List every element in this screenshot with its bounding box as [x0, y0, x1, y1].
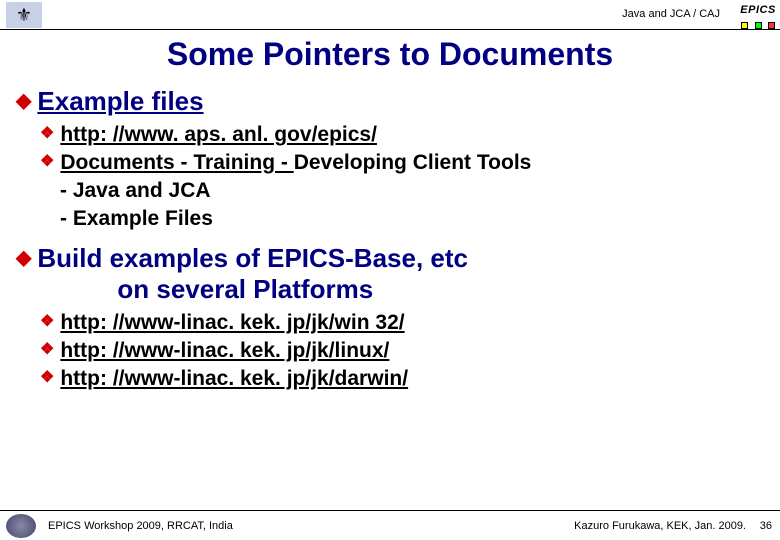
fourpoint-bullet-icon: ❖: [40, 337, 54, 363]
heading-example-files: ◆ Example files: [16, 86, 750, 117]
link-aps-anl[interactable]: ❖ http: //www. aps. anl. gov/epics/: [40, 121, 750, 149]
link-text: http: //www. aps. anl. gov/epics/: [60, 123, 377, 146]
fourpoint-bullet-icon: ❖: [40, 309, 54, 335]
emblem-icon: ⚜: [6, 2, 42, 28]
diamond-bullet-icon: ◆: [16, 243, 31, 273]
logo-square-icon: [768, 22, 775, 29]
link-darwin[interactable]: ❖ http: //www-linac. kek. jp/jk/darwin/: [40, 365, 750, 393]
page-number: 36: [760, 520, 772, 532]
heading-build-examples: ◆ Build examples of EPICS-Base, etc on s…: [16, 243, 750, 305]
slide-title: Some Pointers to Documents: [0, 36, 780, 73]
fourpoint-bullet-icon: ❖: [40, 121, 54, 147]
fourpoint-bullet-icon: ❖: [40, 365, 54, 391]
epics-logo: EPICS: [740, 4, 776, 34]
globe-icon: [6, 514, 36, 538]
build-examples-items: ❖ http: //www-linac. kek. jp/jk/win 32/ …: [40, 309, 750, 393]
epics-logo-text: EPICS: [740, 4, 776, 16]
footer-bar: EPICS Workshop 2009, RRCAT, India Kazuro…: [0, 510, 780, 540]
fourpoint-bullet-icon: ❖: [40, 149, 54, 175]
slide-content: ◆ Example files ❖ http: //www. aps. anl.…: [16, 80, 750, 393]
diamond-bullet-icon: ◆: [16, 86, 31, 116]
link-documents-training[interactable]: ❖ Documents - Training - Developing Clie…: [40, 149, 750, 177]
logo-square-icon: [741, 22, 748, 29]
heading-text: Build examples of EPICS-Base, etc on sev…: [37, 243, 750, 305]
heading-text: Example files: [37, 86, 750, 117]
footer-right-text: Kazuro Furukawa, KEK, Jan. 2009.: [574, 520, 746, 532]
logo-square-icon: [755, 22, 762, 29]
link-win32[interactable]: ❖ http: //www-linac. kek. jp/jk/win 32/: [40, 309, 750, 337]
link-text: http: //www-linac. kek. jp/jk/win 32/: [60, 311, 404, 334]
footer-left-text: EPICS Workshop 2009, RRCAT, India: [48, 520, 233, 532]
link-text: http: //www-linac. kek. jp/jk/linux/: [60, 339, 389, 362]
breadcrumb: Java and JCA / CAJ: [622, 8, 720, 20]
subitem-example-files: - Example Files: [60, 205, 750, 233]
link-text: Documents - Training -: [60, 151, 293, 174]
example-files-items: ❖ http: //www. aps. anl. gov/epics/ ❖ Do…: [40, 121, 750, 233]
link-linux[interactable]: ❖ http: //www-linac. kek. jp/jk/linux/: [40, 337, 750, 365]
subitem-java-jca: - Java and JCA: [60, 177, 750, 205]
top-bar: ⚜ Java and JCA / CAJ EPICS: [0, 0, 780, 30]
link-text: http: //www-linac. kek. jp/jk/darwin/: [60, 367, 408, 390]
plain-text: Developing Client Tools: [294, 151, 532, 174]
